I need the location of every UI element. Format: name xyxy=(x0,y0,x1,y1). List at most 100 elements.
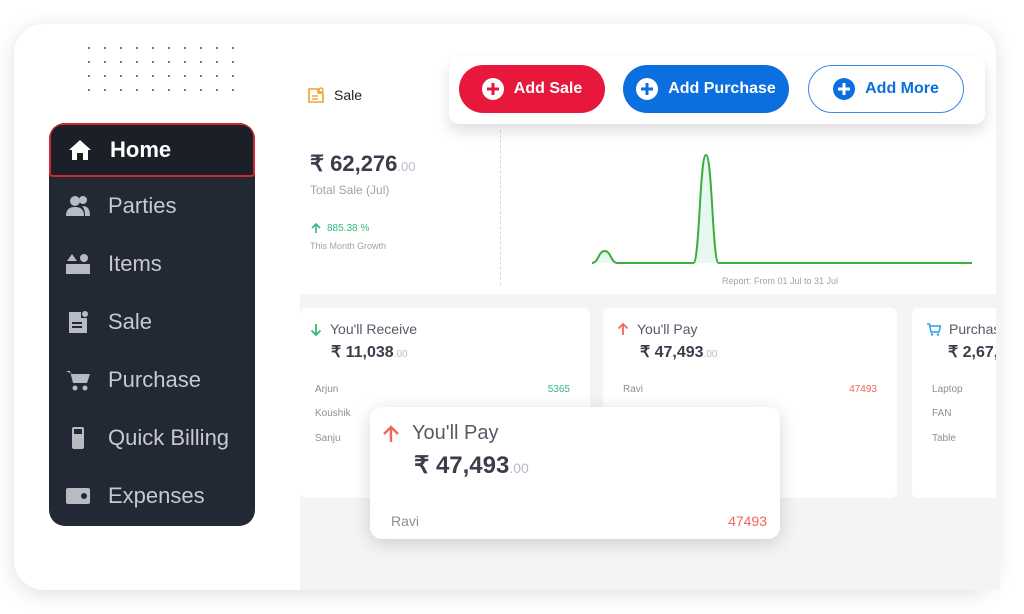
dot xyxy=(136,47,152,61)
dot xyxy=(168,89,184,103)
arrow-up-icon xyxy=(311,223,321,233)
decorative-dot-grid xyxy=(88,47,248,103)
sidebar-item-home[interactable]: Home xyxy=(49,123,255,177)
sidebar-item-quick-billing[interactable]: Quick Billing xyxy=(49,409,255,467)
party-name[interactable]: Sanju xyxy=(315,433,341,444)
purchase-card[interactable]: Purchas ₹ 2,67, Laptop FAN Table xyxy=(912,308,996,498)
dot xyxy=(168,47,184,61)
dot xyxy=(200,61,216,75)
dot xyxy=(216,61,232,75)
quick-action-bar: Add Sale Add Purchase Add More xyxy=(449,56,985,124)
cart-icon xyxy=(65,367,91,393)
dot xyxy=(168,75,184,89)
dot xyxy=(168,61,184,75)
dot xyxy=(120,47,136,61)
arrow-down-icon xyxy=(310,323,322,336)
sidebar-item-items[interactable]: Items xyxy=(49,235,255,293)
button-label: Add More xyxy=(865,80,939,97)
add-more-button[interactable]: Add More xyxy=(808,65,964,113)
dot xyxy=(88,61,104,75)
receive-amount: ₹ 11,038.00 xyxy=(331,342,408,362)
sidebar-item-sale[interactable]: Sale xyxy=(49,293,255,351)
add-sale-button[interactable]: Add Sale xyxy=(459,65,605,113)
dot xyxy=(136,75,152,89)
sale-section-title: Sale xyxy=(334,87,363,103)
pay-amount: ₹ 47,493.00 xyxy=(640,342,717,362)
dot xyxy=(200,47,216,61)
popup-title: You'll Pay xyxy=(412,422,499,444)
dot xyxy=(200,75,216,89)
chart-area-fill xyxy=(592,155,972,263)
total-sale-label: Total Sale (Jul) xyxy=(310,183,390,197)
amount-value: ₹ 62,276 xyxy=(310,151,398,176)
sidebar-item-label: Items xyxy=(108,251,162,276)
item-name[interactable]: Table xyxy=(932,433,956,444)
chart-series-line xyxy=(591,153,972,264)
dot xyxy=(152,47,168,61)
button-label: Add Sale xyxy=(513,80,583,97)
arrow-up-icon xyxy=(617,322,629,335)
sidebar-item-label: Expenses xyxy=(108,483,205,508)
dot xyxy=(216,47,232,61)
sale-section-header: Sale xyxy=(308,87,362,103)
dot xyxy=(120,61,136,75)
pos-terminal-icon xyxy=(65,425,91,451)
popup-amount: ₹ 47,493.00 xyxy=(414,451,529,480)
purchase-amount: ₹ 2,67, xyxy=(948,344,996,361)
sale-icon xyxy=(65,309,91,335)
growth-label: This Month Growth xyxy=(310,241,387,251)
party-amount: 47493 xyxy=(728,513,767,529)
divider xyxy=(500,130,501,285)
users-icon xyxy=(65,193,91,219)
wallet-icon xyxy=(65,483,91,509)
item-name[interactable]: FAN xyxy=(932,408,951,419)
items-icon xyxy=(65,251,91,277)
dot xyxy=(184,75,200,89)
sidebar-item-label: Sale xyxy=(108,309,153,334)
dot xyxy=(120,89,136,103)
amount-value: ₹ 47,493 xyxy=(414,452,510,479)
dot xyxy=(88,75,104,89)
party-name[interactable]: Arjun xyxy=(315,384,338,395)
dot xyxy=(200,89,216,103)
dot xyxy=(152,75,168,89)
total-sale-amount: ₹ 62,276.00 xyxy=(310,151,415,177)
dot xyxy=(104,61,120,75)
card-title: You'll Receive xyxy=(330,321,417,337)
dot xyxy=(232,75,248,89)
sidebar-item-expenses[interactable]: Expenses xyxy=(49,467,255,525)
sidebar: Home Parties Items Sale Purchase Quick B… xyxy=(49,123,255,526)
sidebar-item-purchase[interactable]: Purchase xyxy=(49,351,255,409)
dot xyxy=(120,75,136,89)
dot xyxy=(216,89,232,103)
sidebar-item-parties[interactable]: Parties xyxy=(49,177,255,235)
plus-circle-icon xyxy=(833,78,856,100)
dot xyxy=(216,75,232,89)
arrow-up-icon xyxy=(383,424,399,442)
dot xyxy=(104,89,120,103)
dot xyxy=(232,89,248,103)
card-title: Purchas xyxy=(949,321,996,337)
sidebar-item-label: Purchase xyxy=(108,367,201,392)
plus-circle-icon xyxy=(636,78,659,100)
dot xyxy=(184,47,200,61)
amount-decimal: .00 xyxy=(393,349,408,360)
popup-header: You'll Pay xyxy=(382,422,498,445)
party-name[interactable]: Koushik xyxy=(315,408,351,419)
growth-indicator: 885.38 % xyxy=(310,223,369,234)
add-purchase-button[interactable]: Add Purchase xyxy=(623,65,789,113)
dot xyxy=(136,61,152,75)
card-header: You'll Pay xyxy=(617,321,698,337)
party-name[interactable]: Ravi xyxy=(623,384,643,395)
amount-decimal: .00 xyxy=(509,460,529,476)
dot xyxy=(104,47,120,61)
dot xyxy=(152,89,168,103)
dot xyxy=(184,61,200,75)
item-name[interactable]: Laptop xyxy=(932,384,963,395)
amount-value: ₹ 47,493 xyxy=(640,344,704,361)
youll-pay-popup-card[interactable]: You'll Pay ₹ 47,493.00 Ravi 47493 xyxy=(370,407,780,539)
party-name[interactable]: Ravi xyxy=(391,513,419,529)
party-amount: 47493 xyxy=(849,384,877,395)
sidebar-item-label: Quick Billing xyxy=(108,425,230,450)
plus-circle-icon xyxy=(481,78,504,100)
